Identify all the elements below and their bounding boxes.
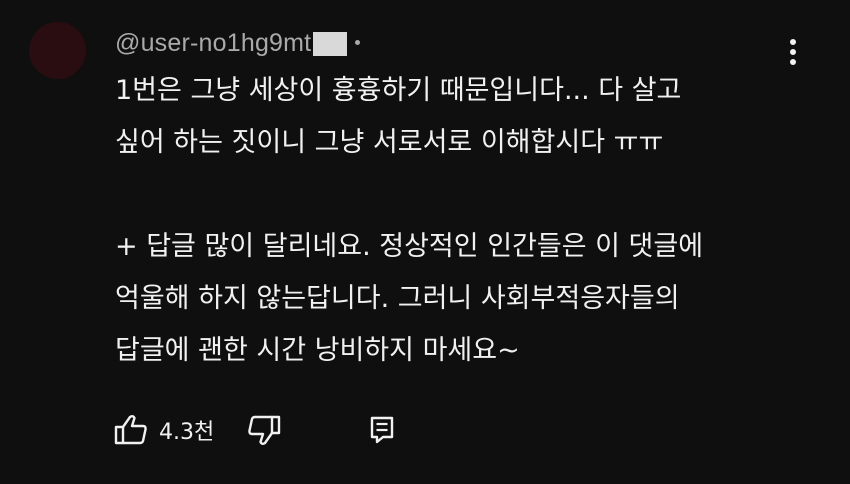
comment-line [115, 169, 815, 221]
thumbs-up-icon [114, 415, 147, 445]
reply-button[interactable] [368, 408, 396, 452]
comment-header: @user-no1hg9mt [115, 26, 361, 60]
comment-line: 싶어 하는 짓이니 그냥 서로서로 이해합시다 ㅠㅠ [115, 127, 664, 158]
avatar[interactable] [29, 22, 86, 79]
comment-line: 1번은 그냥 세상이 흉흉하기 때문입니다... 다 살고 [115, 75, 682, 106]
like-count: 4.3천 [159, 420, 215, 445]
comment-line: 답글에 괜한 시간 낭비하지 마세요~ [115, 335, 520, 366]
separator-dot [355, 39, 361, 45]
comment-actions: 4.3천 [113, 408, 533, 452]
comment-line: 억울해 하지 않는답니다. 그러니 사회부적응자들의 [115, 283, 680, 314]
dislike-button[interactable] [246, 408, 282, 452]
thumbs-down-icon [248, 415, 281, 445]
author-name[interactable]: @user-no1hg9mt [115, 29, 311, 58]
comment-line: + 답글 많이 달리네요. 정상적인 인간들은 이 댓글에 [115, 231, 704, 262]
comment-text: 1번은 그냥 세상이 흉흉하기 때문입니다... 다 살고 싶어 하는 짓이니 … [115, 65, 815, 377]
comment-item: @user-no1hg9mt 1번은 그냥 세상이 흉흉하기 때문입니다... … [0, 0, 850, 484]
redacted-block [313, 32, 348, 56]
more-vertical-icon [790, 39, 796, 65]
reply-icon [370, 416, 394, 444]
like-button[interactable]: 4.3천 [113, 408, 214, 452]
